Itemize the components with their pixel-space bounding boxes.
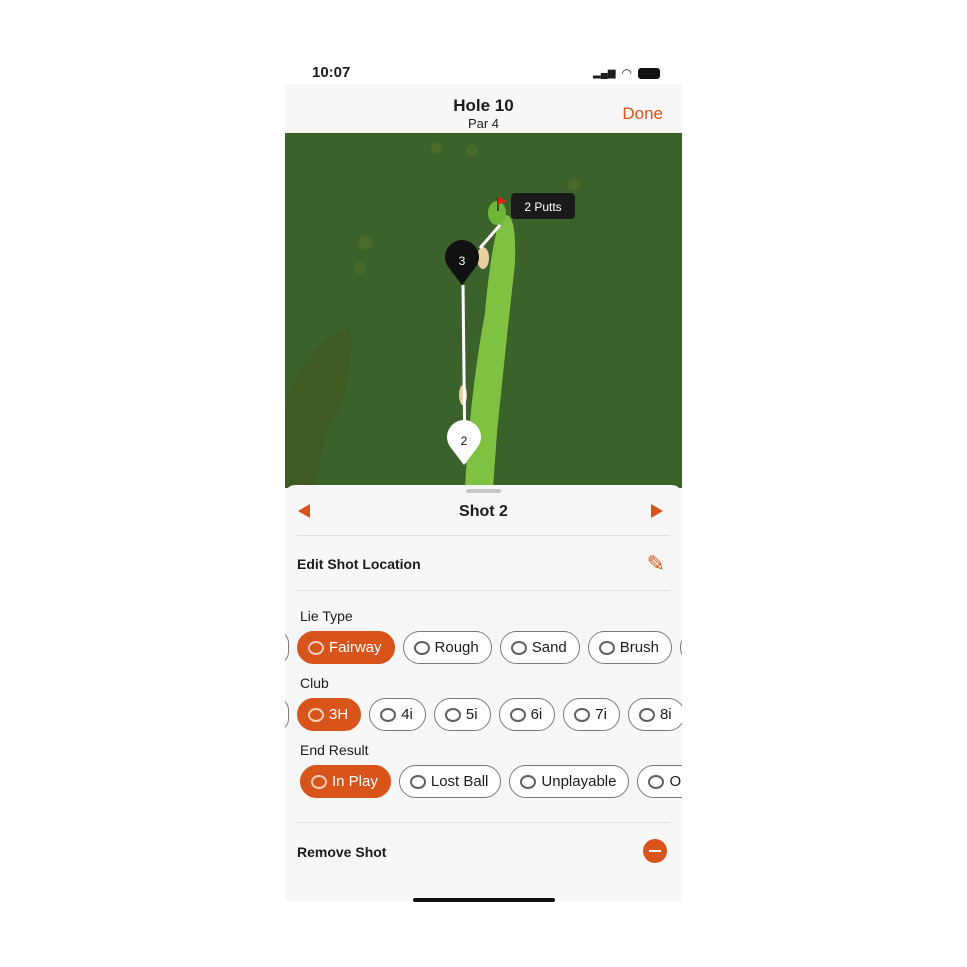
result-option-in-play[interactable]: In Play [300, 765, 391, 798]
chip-partial[interactable] [679, 631, 682, 664]
nav-bar: Hole 10 Par 4 Done [285, 84, 682, 133]
club-icon [444, 707, 461, 722]
lie-icon [598, 640, 615, 655]
edit-location-label[interactable]: Edit Shot Location [297, 556, 421, 572]
shot-sheet: Shot 2 Edit Shot Location ✎ Lie Type Fai… [285, 485, 682, 902]
chip-label: Fairway [329, 639, 382, 656]
remove-shot-label[interactable]: Remove Shot [297, 844, 386, 860]
shot-title: Shot 2 [459, 503, 508, 520]
lie-type-label: Lie Type [300, 608, 353, 624]
battery-icon [638, 67, 660, 79]
next-shot-button[interactable] [651, 504, 663, 518]
svg-text:2 Putts: 2 Putts [524, 200, 561, 214]
chip-label: 6i [530, 706, 543, 723]
remove-shot-button[interactable] [643, 839, 667, 863]
wifi-icon: ◠ [621, 66, 632, 80]
chip-label: 5i [465, 706, 478, 723]
chip-label: 4i [401, 706, 413, 723]
chip-label: Sand [531, 639, 567, 656]
club-option-8i[interactable]: 8i [627, 698, 682, 731]
club-option-5i[interactable]: 5i [433, 698, 491, 731]
done-button[interactable]: Done [622, 104, 663, 124]
lie-option-rough[interactable]: Rough [402, 631, 492, 664]
chip-label: Out [669, 773, 682, 790]
lie-icon [413, 640, 430, 655]
lie-option-fairway[interactable]: Fairway [297, 631, 395, 664]
result-option-unplayable[interactable]: Unplayable [509, 765, 630, 798]
club-icon [308, 707, 324, 722]
chip-partial[interactable] [285, 698, 289, 731]
chip-label: 7i [595, 706, 607, 723]
club-option-3h[interactable]: 3H [297, 698, 362, 731]
chip-label: 3H [329, 706, 349, 723]
club-icon [509, 707, 526, 722]
club-icon [638, 707, 655, 722]
drag-handle[interactable] [466, 489, 501, 493]
lie-option-brush[interactable]: Brush [587, 631, 672, 664]
club-option-7i[interactable]: 7i [563, 698, 620, 731]
club-option-6i[interactable]: 6i [498, 698, 556, 731]
club-label: Club [300, 675, 329, 691]
club-icon [574, 707, 591, 722]
svg-text:3: 3 [459, 254, 466, 268]
club-option-4i[interactable]: 4i [369, 698, 426, 731]
result-icon [409, 774, 426, 789]
chip-label: In Play [332, 773, 378, 790]
lie-icon [510, 640, 527, 655]
green [488, 201, 506, 225]
home-indicator [413, 898, 555, 902]
chip-label: Lost Ball [430, 773, 489, 790]
result-option-lost-ball[interactable]: Lost Ball [398, 765, 502, 798]
chip-label: 8i [659, 706, 672, 723]
result-option-out[interactable]: Out [637, 765, 682, 798]
pencil-icon[interactable]: ✎ [647, 551, 665, 577]
club-icon [380, 707, 397, 722]
clock: 10:07 [312, 64, 351, 81]
chip-label: Unplayable [541, 773, 617, 790]
result-icon [648, 774, 665, 789]
lie-icon [308, 640, 324, 655]
chip-partial[interactable] [285, 631, 289, 664]
svg-text:2: 2 [461, 434, 468, 448]
chip-label: Brush [619, 639, 659, 656]
hole-map[interactable]: 2 Putts 3 2 [285, 133, 682, 488]
result-icon [311, 774, 327, 789]
lie-option-sand[interactable]: Sand [499, 631, 580, 664]
putts-tooltip: 2 Putts [511, 193, 575, 219]
phone-screen: 10:07 ▂▄▆ ◠ Hole 10 Par 4 Done 2 Putts 3… [285, 62, 682, 902]
chip-label: Rough [434, 639, 479, 656]
end-result-label: End Result [300, 742, 369, 758]
status-bar: 10:07 ▂▄▆ ◠ [285, 62, 682, 84]
result-icon [520, 774, 537, 789]
signal-icon: ▂▄▆ [593, 67, 616, 79]
